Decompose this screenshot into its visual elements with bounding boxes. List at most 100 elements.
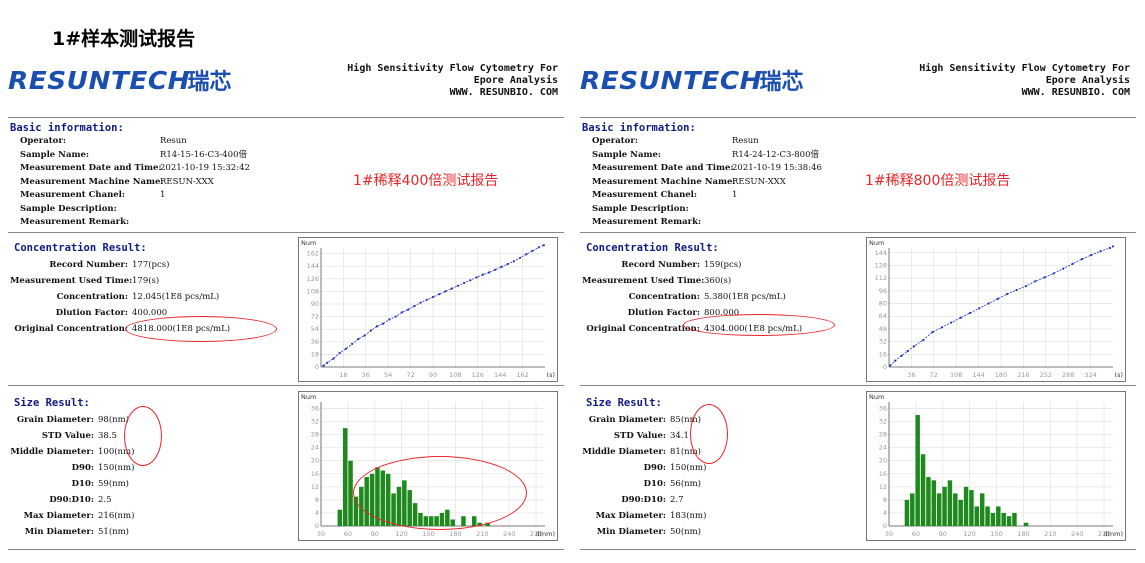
y-tick-label: 162 bbox=[307, 250, 319, 258]
data-point bbox=[363, 334, 366, 337]
field-value: 150(nm) bbox=[670, 463, 707, 473]
field-label: Dlution Factor: bbox=[55, 308, 128, 318]
y-tick-label: 108 bbox=[307, 287, 319, 295]
histogram-bar bbox=[1012, 512, 1017, 526]
size-result-row: D10: 56(nm) bbox=[582, 476, 706, 492]
field-label: Measurement Machine Name: bbox=[592, 176, 736, 187]
y-tick-label: 36 bbox=[311, 405, 319, 413]
y-tick-label: 48 bbox=[879, 325, 887, 333]
y-tick-label: 128 bbox=[875, 261, 887, 269]
histogram-bar bbox=[337, 509, 343, 526]
y-axis-label: Num bbox=[869, 239, 884, 247]
data-point bbox=[431, 295, 435, 299]
field-value: 1 bbox=[732, 190, 738, 200]
y-tick-label: 16 bbox=[879, 470, 887, 478]
basic-info-row: Measurement Chanel: 1 bbox=[20, 189, 250, 203]
data-point bbox=[1052, 272, 1055, 275]
header-line: High Sensitivity Flow Cytometry For bbox=[347, 63, 558, 74]
data-point bbox=[1062, 267, 1065, 270]
field-label: Measurement Machine Name: bbox=[20, 176, 164, 187]
data-point bbox=[912, 345, 915, 348]
report-header-text: High Sensitivity Flow Cytometry For Epore… bbox=[919, 63, 1130, 99]
y-tick-label: 0 bbox=[315, 363, 319, 371]
x-tick-label: 288 bbox=[1062, 371, 1074, 379]
data-point bbox=[906, 350, 909, 353]
size-result-row: D90:D10: 2.7 bbox=[582, 492, 706, 508]
y-tick-label: 16 bbox=[879, 350, 887, 358]
x-tick-label: 216 bbox=[1017, 371, 1029, 379]
data-point bbox=[382, 322, 385, 325]
divider bbox=[580, 117, 1136, 118]
field-label: Sample Description: bbox=[592, 203, 689, 214]
data-point bbox=[487, 271, 491, 274]
x-tick-label: 252 bbox=[1040, 371, 1052, 379]
divider bbox=[8, 385, 564, 386]
field-label: D10: bbox=[71, 479, 94, 489]
y-tick-label: 36 bbox=[879, 405, 887, 413]
histogram-bar bbox=[1001, 512, 1006, 526]
y-tick-label: 8 bbox=[315, 496, 319, 504]
data-point bbox=[506, 263, 509, 266]
data-point bbox=[978, 307, 981, 310]
data-point bbox=[531, 249, 534, 252]
concentration-row: Measurement Used Time: 360(s) bbox=[582, 273, 802, 289]
resuntech-logo: RESUNTECH 瑞芯 bbox=[580, 65, 803, 96]
field-label: D90: bbox=[71, 463, 94, 473]
x-tick-label: 120 bbox=[395, 530, 407, 538]
data-point bbox=[388, 318, 391, 321]
field-value: 2.7 bbox=[670, 495, 684, 505]
concentration-title: Concentration Result: bbox=[14, 242, 147, 254]
data-point bbox=[987, 302, 990, 305]
chart-svg: 0 18 36 54 72 90 108 126 144 162 18 36 54 72 90 108 126 1… bbox=[301, 239, 555, 379]
histogram-bar bbox=[958, 499, 963, 526]
field-value: 179(s) bbox=[132, 276, 160, 286]
x-tick-label: 324 bbox=[1084, 371, 1096, 379]
data-point bbox=[450, 287, 453, 290]
record-count-chart: 0 16 32 48 64 80 96 112 128 144 36 72 108 144 180 216 25… bbox=[866, 237, 1126, 382]
x-tick-label: 72 bbox=[406, 371, 414, 379]
histogram-bar bbox=[1023, 522, 1029, 526]
data-point bbox=[438, 293, 441, 296]
field-value: 5.380(1E8 pcs/mL) bbox=[704, 292, 786, 302]
size-result-row: D10: 59(nm) bbox=[10, 476, 134, 492]
field-value: 34.1 bbox=[670, 431, 689, 441]
data-point bbox=[996, 297, 999, 300]
field-label: Max Diameter: bbox=[23, 511, 94, 521]
data-point bbox=[444, 290, 447, 293]
histogram-bar bbox=[926, 477, 931, 526]
size-result-row: D90: 150(nm) bbox=[582, 460, 707, 476]
histogram-bar bbox=[920, 454, 926, 526]
y-axis-label: Num bbox=[301, 393, 316, 401]
field-value: Resun bbox=[160, 136, 187, 146]
field-label: Measurement Chanel: bbox=[20, 190, 126, 200]
data-point bbox=[894, 359, 897, 362]
size-result-row: Grain Diameter: 98(nm) bbox=[10, 412, 134, 428]
concentration-row: Measurement Used Time: 179(s) bbox=[10, 273, 230, 289]
header-line: High Sensitivity Flow Cytometry For bbox=[919, 63, 1130, 74]
x-tick-label: 108 bbox=[950, 371, 962, 379]
y-tick-label: 18 bbox=[311, 350, 319, 358]
histogram-bar bbox=[342, 428, 348, 526]
x-tick-label: 180 bbox=[449, 530, 461, 538]
field-value: 1 bbox=[160, 190, 166, 200]
chart-svg: 0 16 32 48 64 80 96 112 128 144 36 72 108 144 180 216 25… bbox=[869, 239, 1123, 379]
histogram-bar bbox=[985, 506, 990, 526]
dilution-annotation: 1#稀释800倍测试报告 bbox=[865, 173, 1011, 189]
size-result-row: Max Diameter: 183(nm) bbox=[582, 508, 707, 524]
x-tick-label: 180 bbox=[995, 371, 1007, 379]
y-tick-label: 112 bbox=[875, 274, 887, 282]
x-tick-label: 150 bbox=[990, 530, 1002, 538]
y-tick-label: 54 bbox=[311, 325, 319, 333]
x-axis-label: (s) bbox=[1115, 371, 1123, 379]
y-tick-label: 12 bbox=[879, 483, 887, 491]
data-point bbox=[1099, 250, 1102, 253]
x-tick-label: 60 bbox=[344, 530, 352, 538]
x-tick-label: 54 bbox=[384, 371, 392, 379]
x-tick-label: 210 bbox=[1044, 530, 1056, 538]
size-result-row: STD Value: 34.1 bbox=[582, 428, 706, 444]
x-tick-label: 36 bbox=[907, 371, 915, 379]
y-tick-label: 32 bbox=[879, 338, 887, 346]
field-value: 12.045(1E8 pcs/mL) bbox=[132, 292, 220, 302]
field-value: RESUN-XXX bbox=[732, 176, 786, 187]
y-tick-label: 126 bbox=[307, 275, 319, 283]
